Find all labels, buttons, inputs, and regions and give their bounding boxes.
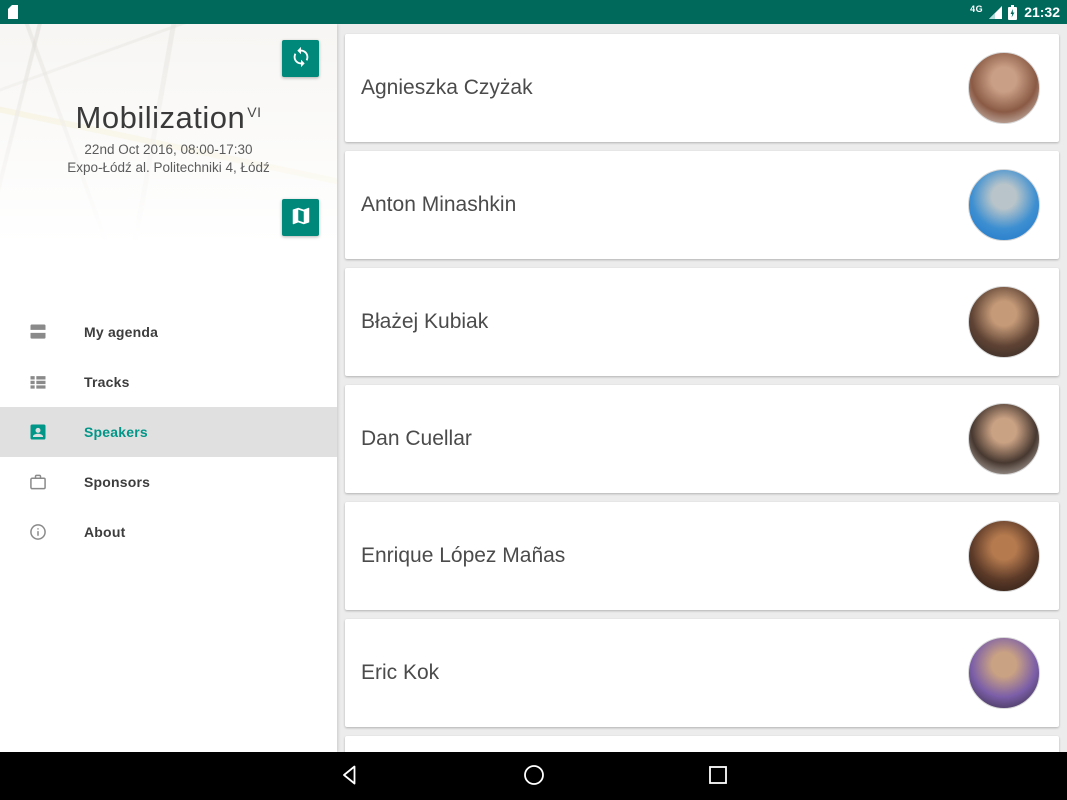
drawer-header: MobilizationVI 22nd Oct 2016, 08:00-17:3…: [0, 24, 337, 301]
speaker-card[interactable]: Agnieszka Czyżak: [345, 34, 1059, 142]
sidebar-item-label: Tracks: [84, 374, 130, 390]
sidebar-item-label: About: [84, 524, 125, 540]
speakers-icon: [28, 422, 48, 442]
sidebar-item-speakers[interactable]: Speakers: [0, 407, 337, 457]
about-icon: [28, 522, 48, 542]
sync-button[interactable]: [282, 40, 319, 77]
drawer-menu: My agenda Tracks Speakers: [0, 301, 337, 557]
home-button[interactable]: [514, 756, 554, 796]
app-title: MobilizationVI: [0, 100, 337, 136]
sidebar-item-my-agenda[interactable]: My agenda: [0, 307, 337, 357]
sponsors-icon: [28, 472, 48, 492]
sidebar-item-label: My agenda: [84, 324, 158, 340]
speaker-name: Agnieszka Czyżak: [361, 76, 968, 100]
battery-icon: [1008, 5, 1017, 20]
android-nav-bar: [0, 752, 1067, 800]
nav-drawer: MobilizationVI 22nd Oct 2016, 08:00-17:3…: [0, 24, 337, 752]
sidebar-item-tracks[interactable]: Tracks: [0, 357, 337, 407]
back-icon: [338, 763, 362, 790]
speaker-avatar: [968, 52, 1040, 124]
speaker-card[interactable]: Enrique López Mañas: [345, 502, 1059, 610]
back-button[interactable]: [330, 756, 370, 796]
clock: 21:32: [1024, 4, 1060, 20]
sidebar-item-label: Sponsors: [84, 474, 150, 490]
app-title-edition: VI: [247, 104, 261, 120]
screen: 4G 21:32 MobilizationVI 22nd Oct 2016, 0…: [0, 0, 1067, 800]
map-icon: [290, 205, 312, 230]
status-bar: 4G 21:32: [0, 0, 1067, 24]
recents-button[interactable]: [698, 756, 738, 796]
speaker-avatar: [968, 286, 1040, 358]
network-type-label: 4G: [970, 4, 983, 14]
speaker-card[interactable]: Eric Kok: [345, 619, 1059, 727]
agenda-icon: [28, 322, 48, 342]
speaker-card-partial[interactable]: [345, 736, 1059, 752]
sidebar-item-sponsors[interactable]: Sponsors: [0, 457, 337, 507]
sync-icon: [290, 46, 312, 71]
speaker-card[interactable]: Anton Minashkin: [345, 151, 1059, 259]
sidebar-item-label: Speakers: [84, 424, 148, 440]
speaker-avatar: [968, 520, 1040, 592]
event-date: 22nd Oct 2016, 08:00-17:30: [0, 142, 337, 157]
speaker-name: Błażej Kubiak: [361, 310, 968, 334]
speaker-name: Enrique López Mañas: [361, 544, 968, 568]
tracks-icon: [28, 372, 48, 392]
speaker-name: Dan Cuellar: [361, 427, 968, 451]
speaker-card[interactable]: Błażej Kubiak: [345, 268, 1059, 376]
recents-icon: [706, 763, 730, 790]
speaker-avatar: [968, 637, 1040, 709]
speaker-avatar: [968, 169, 1040, 241]
signal-icon: [988, 5, 1003, 20]
map-button[interactable]: [282, 199, 319, 236]
sidebar-item-about[interactable]: About: [0, 507, 337, 557]
speaker-name: Anton Minashkin: [361, 193, 968, 217]
sd-card-icon: [7, 5, 19, 19]
speaker-name: Eric Kok: [361, 661, 968, 685]
speaker-card[interactable]: Dan Cuellar: [345, 385, 1059, 493]
speaker-avatar: [968, 403, 1040, 475]
speakers-list: Agnieszka Czyżak Anton Minashkin Błażej …: [337, 24, 1067, 752]
event-location: Expo-Łódź al. Politechniki 4, Łódź: [0, 160, 337, 175]
home-icon: [522, 763, 546, 790]
